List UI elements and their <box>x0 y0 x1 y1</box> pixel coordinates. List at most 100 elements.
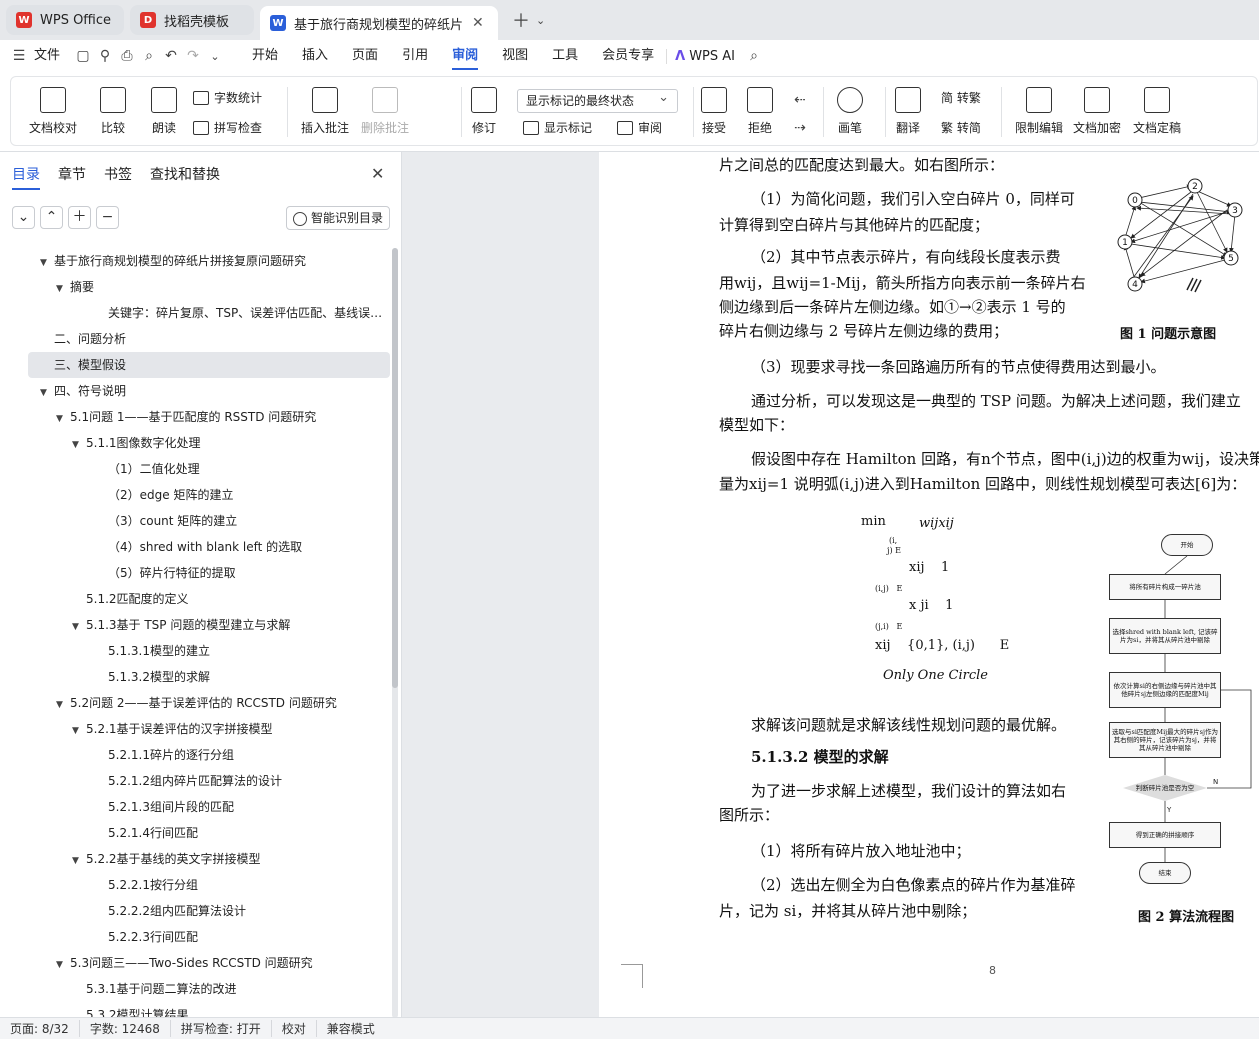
toc-item[interactable]: ▼ 摘要 <box>28 274 390 300</box>
toc-item[interactable]: ▼ 5.2问题 2——基于误差评估的 RCCSTD 问题研究 <box>28 690 390 716</box>
expand-triangle-icon[interactable]: ▼ <box>40 250 54 274</box>
show-markup-button[interactable]: 显示标记 <box>523 119 592 136</box>
toc-item[interactable]: （3）count 矩阵的建立 <box>28 508 390 534</box>
toc-item[interactable]: 5.1.2匹配度的定义 <box>28 586 390 612</box>
scrollbar-thumb[interactable] <box>392 248 398 688</box>
toc-item[interactable]: 三、模型假设 <box>28 352 390 378</box>
revise-button[interactable]: 修订 <box>471 87 497 136</box>
hamburger-icon[interactable]: ☰ <box>8 45 30 67</box>
add-heading-button[interactable]: ＋ <box>68 206 91 229</box>
menu-file[interactable]: 文件 <box>30 40 72 72</box>
tab-document[interactable]: W 基于旅行商规划模型的碎纸片… ✕ <box>260 6 498 40</box>
toc-item[interactable]: 关键字：碎片复原、TSP、误差评估匹配、基线误… <box>28 300 390 326</box>
print-preview-icon[interactable]: ⌕ <box>138 45 160 67</box>
expand-triangle-icon[interactable]: ▼ <box>72 848 86 872</box>
insert-comment-button[interactable]: 插入批注 <box>301 87 349 136</box>
finalize-button[interactable]: 文档定稿 <box>1133 87 1181 136</box>
tab-find-replace[interactable]: 查找和替换 <box>150 164 220 190</box>
undo-icon[interactable]: ↶ <box>160 45 182 67</box>
chevron-down-icon[interactable]: ⌄ <box>204 45 226 67</box>
tab-chapter[interactable]: 章节 <box>58 164 86 190</box>
search-icon[interactable]: ⌕ <box>743 45 765 67</box>
print-icon[interactable]: ⎙ <box>116 45 138 67</box>
toc-item[interactable]: 5.1.3.2模型的求解 <box>28 664 390 690</box>
document-area[interactable]: 片之间总的匹配度达到最大。如右图所示： （1）为简化问题，我们引入空白碎片 0，… <box>403 152 1259 1017</box>
toc-item[interactable]: 5.2.2.3行间匹配 <box>28 924 390 950</box>
to-traditional-button[interactable]: 简 转繁 <box>941 89 981 106</box>
expand-triangle-icon[interactable]: ▼ <box>56 276 70 300</box>
save-icon[interactable]: ▢ <box>72 45 94 67</box>
menu-reference[interactable]: 引用 <box>390 40 440 72</box>
expand-triangle-icon[interactable]: ▼ <box>72 614 86 638</box>
review-pane-button[interactable]: 审阅 <box>617 119 662 136</box>
toc-item[interactable]: 5.2.1.2组内碎片匹配算法的设计 <box>28 768 390 794</box>
reject-button[interactable]: 拒绝 <box>747 87 773 136</box>
expand-triangle-icon[interactable]: ▼ <box>72 718 86 742</box>
expand-down-button[interactable]: ⌄ <box>12 206 35 229</box>
document-page[interactable]: 片之间总的匹配度达到最大。如右图所示： （1）为简化问题，我们引入空白碎片 0，… <box>599 152 1259 1017</box>
tab-bookmark[interactable]: 书签 <box>104 164 132 190</box>
spell-check-button[interactable]: 拼写检查 <box>193 119 262 136</box>
toc-item[interactable]: 5.2.1.1碎片的逐行分组 <box>28 742 390 768</box>
smart-toc-button[interactable]: 智能识别目录 <box>286 206 390 230</box>
tab-wps-office[interactable]: W WPS Office <box>6 5 124 35</box>
accept-button[interactable]: 接受 <box>701 87 727 136</box>
toc-scrollbar[interactable] <box>392 248 398 1018</box>
tab-toc[interactable]: 目录 <box>12 164 40 190</box>
pen-button[interactable]: 画笔 <box>837 87 863 136</box>
toc-item[interactable]: 二、问题分析 <box>28 326 390 352</box>
toc-item[interactable]: （2）edge 矩阵的建立 <box>28 482 390 508</box>
share-icon[interactable]: ⚲ <box>94 45 116 67</box>
menu-review[interactable]: 审阅 <box>440 40 490 72</box>
compare-button[interactable]: 比较 <box>100 87 126 136</box>
menu-view[interactable]: 视图 <box>490 40 540 72</box>
toc-item[interactable]: 5.1.3.1模型的建立 <box>28 638 390 664</box>
toc-item[interactable]: ▼ 5.2.2基于基线的英文字拼接模型 <box>28 846 390 872</box>
toc-item[interactable]: 5.2.1.4行间匹配 <box>28 820 390 846</box>
toc-item[interactable]: ▼ 5.3问题三——Two-Sides RCCSTD 问题研究 <box>28 950 390 976</box>
toc-item[interactable]: ▼ 四、符号说明 <box>28 378 390 404</box>
toc-item[interactable]: 5.3.1基于问题二算法的改进 <box>28 976 390 1002</box>
toc-item[interactable]: （4）shred with blank left 的选取 <box>28 534 390 560</box>
status-proofread[interactable]: 校对 <box>272 1020 317 1037</box>
toc-item[interactable]: ▼ 5.1.3基于 TSP 问题的模型建立与求解 <box>28 612 390 638</box>
collapse-up-button[interactable]: ⌃ <box>40 206 63 229</box>
toc-item[interactable]: （5）碎片行特征的提取 <box>28 560 390 586</box>
close-icon[interactable]: ✕ <box>371 164 384 183</box>
toc-item[interactable]: ▼ 5.1问题 1——基于匹配度的 RSSTD 问题研究 <box>28 404 390 430</box>
toc-item[interactable]: ▼ 5.1.1图像数字化处理 <box>28 430 390 456</box>
encrypt-button[interactable]: 文档加密 <box>1073 87 1121 136</box>
tab-docer[interactable]: D 找稻壳模板 <box>130 5 254 35</box>
chevron-down-icon[interactable]: ⌄ <box>536 14 545 27</box>
next-change-icon[interactable]: ⇢ <box>789 117 811 139</box>
read-aloud-button[interactable]: 朗读 <box>151 87 177 136</box>
expand-triangle-icon[interactable]: ▼ <box>56 406 70 430</box>
close-icon[interactable]: ✕ <box>472 15 484 31</box>
menu-tools[interactable]: 工具 <box>540 40 590 72</box>
translate-button[interactable]: 翻译 <box>895 87 921 136</box>
menu-home[interactable]: 开始 <box>240 40 290 72</box>
menu-insert[interactable]: 插入 <box>290 40 340 72</box>
expand-triangle-icon[interactable]: ▼ <box>56 952 70 976</box>
redo-icon[interactable]: ↷ <box>182 45 204 67</box>
restrict-edit-button[interactable]: 限制编辑 <box>1015 87 1063 136</box>
delete-comment-button[interactable]: 删除批注 <box>361 87 409 136</box>
new-tab-button[interactable]: ＋ <box>512 7 530 33</box>
proofread-button[interactable]: 文档校对 <box>29 87 77 136</box>
status-spell-check[interactable]: 拼写检查: 打开 <box>171 1020 272 1037</box>
expand-triangle-icon[interactable]: ▼ <box>72 432 86 456</box>
menu-member[interactable]: 会员专享 <box>590 40 666 72</box>
expand-triangle-icon[interactable]: ▼ <box>56 692 70 716</box>
expand-triangle-icon[interactable]: ▼ <box>40 380 54 404</box>
wps-ai-button[interactable]: Ʌ WPS AI <box>666 48 743 64</box>
previous-change-icon[interactable]: ⇠ <box>789 89 811 111</box>
toc-item[interactable]: （1）二值化处理 <box>28 456 390 482</box>
toc-item[interactable]: ▼ 基于旅行商规划模型的碎纸片拼接复原问题研究 <box>28 248 390 274</box>
toc-item[interactable]: 5.2.1.3组间片段的匹配 <box>28 794 390 820</box>
word-count-button[interactable]: 字数统计 <box>193 89 262 106</box>
menu-page[interactable]: 页面 <box>340 40 390 72</box>
toc-item[interactable]: 5.2.2.2组内匹配算法设计 <box>28 898 390 924</box>
to-simplified-button[interactable]: 繁 转简 <box>941 119 981 136</box>
status-page[interactable]: 页面: 8/32 <box>0 1020 80 1037</box>
status-word-count[interactable]: 字数: 12468 <box>80 1020 171 1037</box>
